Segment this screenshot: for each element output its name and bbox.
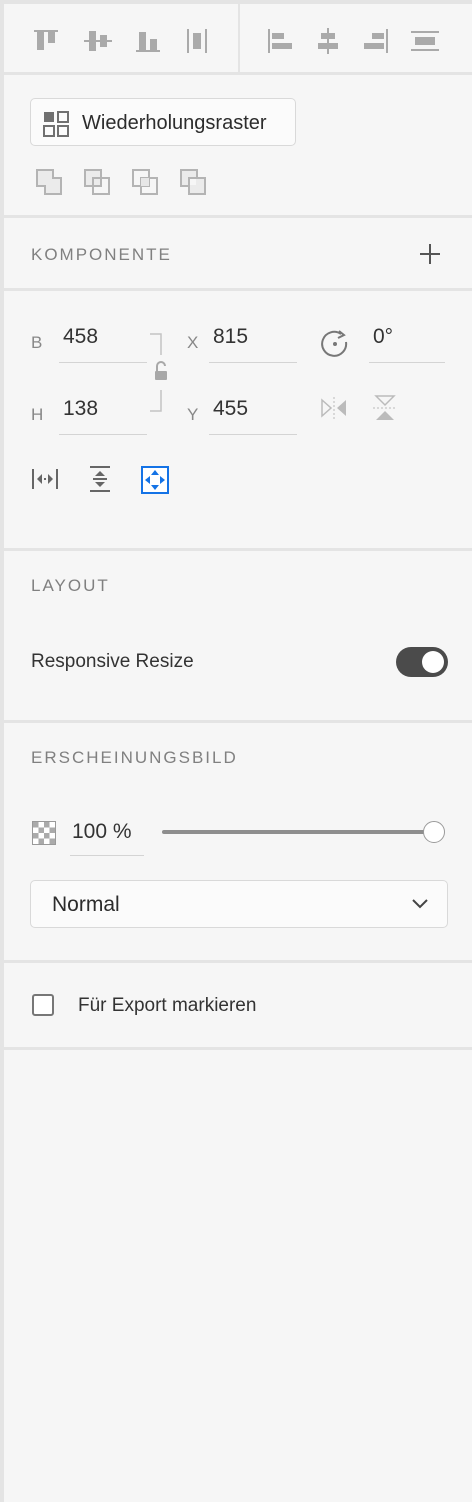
chevron-down-icon [411, 898, 429, 910]
responsive-resize-toggle[interactable] [396, 647, 448, 677]
repeat-grid-icon [43, 111, 69, 137]
distribute-horizontal-icon[interactable] [410, 28, 440, 54]
align-bottom-icon[interactable] [134, 28, 162, 54]
flip-horizontal-icon[interactable] [319, 395, 349, 421]
opacity-slider-track[interactable] [162, 830, 436, 834]
height-label: H [31, 405, 44, 424]
lock-aspect-icon[interactable] [148, 333, 168, 413]
blend-mode-value: Normal [52, 893, 120, 916]
align-center-icon[interactable] [314, 28, 342, 54]
responsive-resize-label: Responsive Resize [31, 651, 194, 672]
divider [4, 288, 472, 291]
divider [4, 72, 472, 75]
width-field-underline [59, 362, 147, 363]
divider [4, 1047, 472, 1050]
repeat-grid-button[interactable]: Wiederholungsraster [30, 98, 296, 146]
height-field-underline [59, 434, 147, 435]
pin-all-icon[interactable] [141, 466, 169, 494]
repeat-grid-label: Wiederholungsraster [82, 112, 267, 134]
align-middle-icon[interactable] [84, 28, 112, 54]
fixed-width-icon[interactable] [31, 466, 59, 492]
y-field[interactable]: 455 [213, 397, 248, 421]
boolean-intersect-icon[interactable] [131, 168, 161, 198]
component-section-title: KOMPONENTE [31, 245, 172, 264]
opacity-field-underline [70, 855, 144, 856]
x-label: X [187, 333, 199, 352]
divider [4, 215, 472, 218]
rotation-field[interactable]: 0° [373, 325, 393, 349]
opacity-slider-thumb[interactable] [423, 821, 445, 843]
align-right-icon[interactable] [362, 28, 390, 54]
boolean-exclude-icon[interactable] [179, 168, 209, 198]
boolean-add-icon[interactable] [35, 168, 65, 198]
blend-mode-select[interactable]: Normal [30, 880, 448, 928]
export-label: Für Export markieren [78, 995, 257, 1016]
layout-section-title: LAYOUT [31, 576, 110, 595]
panel-left-border [0, 0, 4, 1502]
divider [4, 720, 472, 723]
panel-top-border [0, 0, 472, 4]
rotation-field-underline [369, 362, 445, 363]
width-label: B [31, 333, 43, 352]
boolean-subtract-icon[interactable] [83, 168, 113, 198]
export-checkbox[interactable] [32, 994, 54, 1016]
y-label: Y [187, 405, 199, 424]
opacity-icon [32, 821, 56, 845]
divider [4, 548, 472, 551]
x-field-underline [209, 362, 297, 363]
distribute-vertical-icon[interactable] [184, 28, 210, 54]
appearance-section-title: ERSCHEINUNGSBILD [31, 748, 238, 767]
toolbar-separator [238, 4, 240, 72]
fixed-height-icon[interactable] [87, 465, 113, 493]
align-left-icon[interactable] [266, 28, 294, 54]
rotate-icon [320, 329, 350, 359]
flip-vertical-icon[interactable] [371, 393, 399, 423]
y-field-underline [209, 434, 297, 435]
width-field[interactable]: 458 [63, 325, 98, 349]
height-field[interactable]: 138 [63, 397, 98, 421]
opacity-field[interactable]: 100 % [72, 820, 132, 844]
add-component-icon[interactable] [419, 243, 441, 265]
align-top-icon[interactable] [32, 28, 60, 54]
divider [4, 960, 472, 963]
x-field[interactable]: 815 [213, 325, 248, 349]
toggle-knob [422, 651, 444, 673]
